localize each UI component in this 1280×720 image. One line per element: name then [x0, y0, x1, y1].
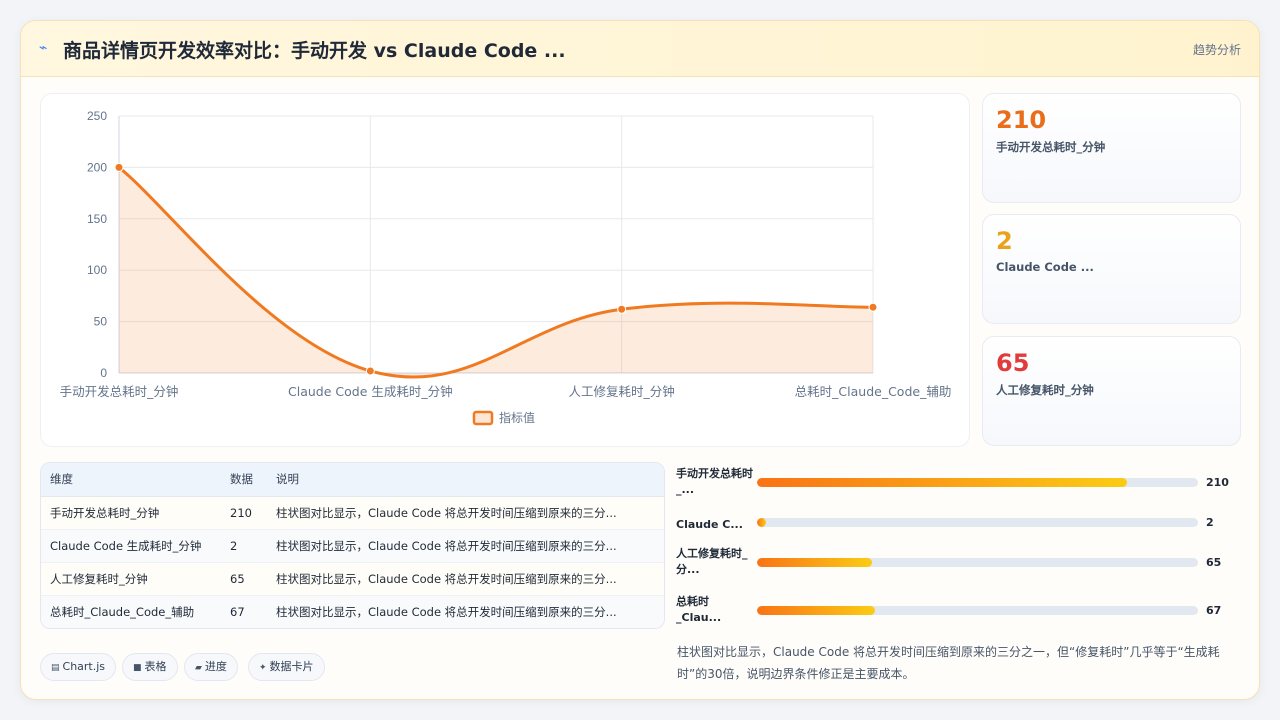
column-header-value: 数据 [221, 463, 267, 497]
table-row: 总耗时_Claude_Code_辅助 67 柱状图对比显示，Claude Cod… [41, 595, 664, 628]
y-tick-label: 100 [87, 263, 107, 277]
table-header-row: 维度 数据 说明 [41, 463, 664, 497]
progress-fill [757, 606, 876, 615]
progress-fill [757, 558, 872, 567]
column-header-description: 说明 [267, 463, 664, 497]
progress-track [757, 606, 1198, 615]
data-table-panel: 维度 数据 说明 手动开发总耗时_分钟 210 柱状图对比显示，Claude C… [40, 462, 665, 629]
progress-row: 总耗时_Clau... 67 [676, 594, 1236, 628]
progress-label: 人工修复耗时_分... [676, 547, 748, 576]
legend-label: 指标值 [499, 410, 535, 425]
insight-text: 柱状图对比显示，Claude Code 将总开发时间压缩到原来的三分之一，但“修… [677, 645, 1220, 681]
tag-progress[interactable]: ▰ 进度 [184, 653, 238, 681]
sparkle-icon: ✦ [259, 663, 267, 673]
stat-label: 人工修复耗时_分钟 [996, 383, 1094, 397]
data-point [114, 162, 124, 172]
stat-card-manual: 210 手动开发总耗时_分钟 [982, 93, 1241, 203]
y-tick-label: 200 [87, 160, 107, 174]
stat-card-fix: 65 人工修复耗时_分钟 [982, 336, 1241, 446]
progress-track [757, 518, 1198, 527]
x-tick-label: 总耗时_Claude_Code_辅助 [795, 384, 952, 399]
progress-value: 2 [1206, 516, 1214, 529]
stat-value: 210 [996, 106, 1047, 134]
stat-label: 手动开发总耗时_分钟 [996, 140, 1106, 154]
progress-label: 手动开发总耗时_... [676, 467, 753, 496]
tag-label: 表格 [144, 660, 167, 673]
table-cell-value: 2 [221, 529, 267, 563]
stat-value: 2 [996, 227, 1013, 255]
progress-row: 手动开发总耗时_... 210 [676, 466, 1236, 500]
chart-icon: ▤ [51, 663, 60, 673]
progress-track [757, 558, 1198, 567]
legend-swatch [472, 410, 494, 426]
y-tick-label: 150 [87, 212, 107, 226]
tag-table[interactable]: ■ 表格 [122, 653, 178, 681]
progress-fill [757, 518, 766, 527]
table-cell-description: 柱状图对比显示，Claude Code 将总开发时间压缩到原来的三分... [267, 562, 664, 596]
tag-data-cards[interactable]: ✦ 数据卡片 [248, 653, 325, 681]
table-cell-value: 210 [221, 496, 267, 530]
progress-row: Claude C... 2 [676, 514, 1236, 548]
trend-analysis-link[interactable]: 趋势分析 [1193, 41, 1241, 58]
table-cell-description: 柱状图对比显示，Claude Code 将总开发时间压缩到原来的三分... [276, 604, 617, 619]
progress-row: 人工修复耗时_分... 65 [676, 546, 1236, 580]
y-tick-label: 0 [100, 366, 107, 380]
x-tick-label: 人工修复耗时_分钟 [569, 384, 675, 399]
tag-chartjs[interactable]: ▤ Chart.js [40, 653, 117, 681]
progress-value: 210 [1206, 476, 1229, 489]
stat-card-claude: 2 Claude Code ... [982, 214, 1241, 324]
stat-value: 65 [996, 349, 1030, 377]
column-header-dimension: 维度 [41, 463, 221, 497]
table-cell-dimension: Claude Code 生成耗时_分钟 [41, 529, 221, 563]
trend-line-icon: ⌁ [39, 40, 48, 56]
progress-track [757, 478, 1198, 487]
table-row: Claude Code 生成耗时_分钟 2 柱状图对比显示，Claude Cod… [41, 529, 664, 563]
progress-value: 67 [1206, 604, 1222, 617]
table-cell-dimension: 手动开发总耗时_分钟 [41, 496, 221, 530]
table-cell-dimension: 人工修复耗时_分钟 [41, 562, 221, 596]
line-chart-panel: 0 50 100 150 200 250 手动开发总耗时_分钟 Claude Code 生成耗… [40, 93, 970, 447]
x-tick-label: 手动开发总耗时_分钟 [60, 384, 179, 399]
table-cell-description: 柱状图对比显示，Claude Code 将总开发时间压缩到原来的三分... [267, 496, 664, 530]
data-point [617, 304, 627, 314]
table-cell-value: 67 [230, 604, 245, 619]
table-row: 手动开发总耗时_分钟 210 柱状图对比显示，Claude Code 将总开发时… [41, 496, 664, 530]
tag-label: 数据卡片 [269, 660, 314, 673]
data-table: 维度 数据 说明 手动开发总耗时_分钟 210 柱状图对比显示，Claude C… [41, 463, 664, 628]
line-chart: 0 50 100 150 200 250 手动开发总耗时_分钟 Claude Code 生成耗… [60, 109, 952, 426]
data-point [868, 302, 878, 312]
table-row: 人工修复耗时_分钟 65 柱状图对比显示，Claude Code 将总开发时间压… [41, 562, 664, 596]
y-tick-label: 50 [94, 315, 108, 329]
table-icon: ■ [133, 663, 142, 673]
table-cell-description: 柱状图对比显示，Claude Code 将总开发时间压缩到原来的三分... [267, 529, 664, 563]
tag-label: Chart.js [62, 660, 106, 673]
stat-label: Claude Code ... [996, 260, 1094, 274]
progress-icon: ▰ [195, 663, 202, 673]
x-tick-label: Claude Code 生成耗时_分钟 [288, 384, 453, 399]
header-bar: ⌁ 商品详情页开发效率对比：手动开发 vs Claude Code ... 趋势… [21, 21, 1259, 77]
progress-value: 65 [1206, 556, 1222, 569]
page-title: 商品详情页开发效率对比：手动开发 vs Claude Code ... [63, 40, 566, 62]
dashboard-card: ⌁ 商品详情页开发效率对比：手动开发 vs Claude Code ... 趋势… [20, 20, 1260, 700]
y-tick-label: 250 [87, 109, 107, 123]
series-area [119, 167, 873, 378]
data-point [365, 366, 375, 376]
tag-label: 进度 [204, 660, 227, 673]
table-cell-value: 65 [221, 562, 267, 596]
progress-label: 总耗时_Clau... [676, 595, 722, 624]
table-cell-dimension: 总耗时_Claude_Code_辅助 [50, 604, 195, 619]
progress-label: Claude C... [676, 518, 743, 531]
progress-fill [757, 478, 1128, 487]
